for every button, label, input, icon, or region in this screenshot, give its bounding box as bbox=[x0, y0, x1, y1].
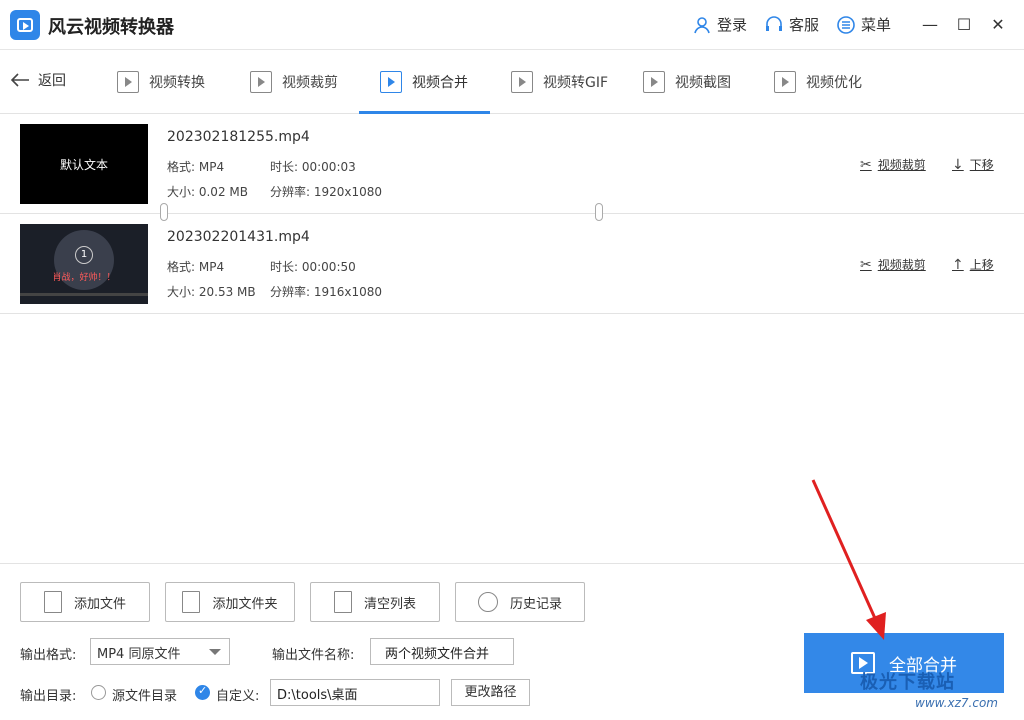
tab-label: 视频转换 bbox=[149, 74, 205, 91]
add-file-label: 添加文件 bbox=[73, 596, 126, 612]
file-resolution: 分辨率: 1916x1080 bbox=[270, 285, 383, 299]
tab-video-convert[interactable]: 视频转换 bbox=[117, 50, 205, 113]
clear-list-label: 清空列表 bbox=[363, 596, 416, 612]
minimize-button[interactable]: — bbox=[918, 12, 942, 36]
output-format-value: MP4 同原文件 bbox=[97, 647, 181, 662]
file-size: 大小: 20.53 MB bbox=[167, 285, 256, 299]
video-thumbnail: 1 肖战，好帅！！ bbox=[20, 224, 148, 304]
file-row[interactable]: 默认文本 202302181255.mp4 格式: MP4 时长: 00:00:… bbox=[0, 114, 1024, 214]
back-label: 返回 bbox=[38, 73, 66, 89]
file-format: 格式: MP4 bbox=[167, 260, 225, 274]
source-dir-label: 源文件目录 bbox=[112, 689, 178, 704]
app-title: 风云视频转换器 bbox=[48, 17, 174, 38]
gif-icon bbox=[511, 70, 533, 93]
crop-link[interactable]: ✂ 视频裁剪 bbox=[860, 256, 926, 273]
sliders-icon bbox=[774, 70, 796, 93]
close-icon: ✕ bbox=[991, 14, 1005, 34]
arrow-down-icon: ↓ bbox=[952, 156, 964, 173]
chevron-down-icon bbox=[209, 649, 221, 655]
move-up-link[interactable]: ↑ 上移 bbox=[952, 256, 994, 273]
output-name-input[interactable]: 两个视频文件合并 bbox=[370, 638, 514, 665]
history-label: 历史记录 bbox=[509, 596, 562, 612]
file-format: 格式: MP4 bbox=[167, 160, 225, 174]
file-resolution: 分辨率: 1920x1080 bbox=[270, 185, 383, 199]
service-label: 客服 bbox=[789, 16, 820, 34]
user-icon bbox=[694, 16, 710, 33]
tab-video-merge[interactable]: 视频合并 bbox=[380, 50, 468, 113]
headset-icon bbox=[766, 15, 782, 31]
move-up-label: 上移 bbox=[969, 258, 994, 272]
arrow-up-icon: ↑ bbox=[952, 256, 964, 273]
add-file-button[interactable]: 添加文件 bbox=[20, 582, 150, 622]
file-duration: 时长: 00:00:03 bbox=[270, 160, 356, 174]
clear-list-button[interactable]: 清空列表 bbox=[310, 582, 440, 622]
output-format-select[interactable]: MP4 同原文件 bbox=[90, 638, 230, 665]
menu-label: 菜单 bbox=[861, 16, 892, 34]
output-format-label: 输出格式: bbox=[20, 648, 77, 663]
file-name: 202302181255.mp4 bbox=[167, 129, 310, 145]
tab-label: 视频转GIF bbox=[543, 74, 609, 91]
bottom-panel: 添加文件 添加文件夹 清空列表 历史记录 输出格式: MP4 同原文件 输出文件… bbox=[0, 563, 1024, 720]
thumbnail-number: 1 bbox=[75, 246, 93, 264]
app-logo-icon bbox=[10, 10, 40, 40]
output-path-input[interactable]: D:\tools\桌面 bbox=[270, 679, 440, 706]
thumbnail-text: 默认文本 bbox=[59, 158, 108, 172]
login-label: 登录 bbox=[717, 16, 748, 34]
file-size: 大小: 0.02 MB bbox=[167, 185, 248, 199]
merge-link-icon bbox=[595, 203, 603, 221]
crop-link[interactable]: ✂ 视频裁剪 bbox=[860, 156, 926, 173]
crop-label: 视频裁剪 bbox=[877, 258, 926, 272]
trash-icon bbox=[333, 591, 352, 613]
source-dir-radio[interactable] bbox=[91, 685, 106, 700]
output-name-label: 输出文件名称: bbox=[272, 648, 355, 663]
add-file-icon bbox=[43, 591, 62, 613]
login-button[interactable]: 登录 bbox=[692, 14, 747, 35]
title-bar: 风云视频转换器 登录 客服 菜单 — ☐ ✕ bbox=[0, 0, 1024, 50]
maximize-icon: ☐ bbox=[956, 14, 972, 34]
move-down-label: 下移 bbox=[969, 158, 994, 172]
tab-label: 视频优化 bbox=[806, 74, 862, 91]
tab-video-to-gif[interactable]: 视频转GIF bbox=[511, 50, 608, 113]
video-merge-icon bbox=[380, 70, 402, 93]
thumbnail-text: 肖战，好帅！！ bbox=[52, 273, 116, 283]
output-dir-label: 输出目录: bbox=[20, 689, 77, 704]
close-button[interactable]: ✕ bbox=[986, 12, 1010, 36]
tab-label: 视频合并 bbox=[412, 74, 468, 91]
screenshot-icon bbox=[643, 70, 665, 93]
move-down-link[interactable]: ↓ 下移 bbox=[952, 156, 994, 173]
tab-label: 视频截图 bbox=[675, 74, 731, 91]
video-thumbnail: 默认文本 bbox=[20, 124, 148, 204]
file-name: 202302201431.mp4 bbox=[167, 229, 310, 245]
tab-video-crop[interactable]: 视频裁剪 bbox=[250, 50, 338, 113]
watermark-url: www.xz7.com bbox=[915, 696, 998, 710]
scissors-icon: ✂ bbox=[860, 156, 872, 173]
maximize-button[interactable]: ☐ bbox=[952, 12, 976, 36]
minimize-icon: — bbox=[922, 14, 938, 34]
customer-service-button[interactable]: 客服 bbox=[764, 14, 819, 35]
add-folder-icon bbox=[182, 591, 201, 613]
video-convert-icon bbox=[117, 70, 139, 93]
merge-link-icon bbox=[160, 203, 168, 221]
menu-button[interactable]: 菜单 bbox=[836, 14, 891, 35]
change-path-button[interactable]: 更改路径 bbox=[451, 679, 530, 706]
crop-label: 视频裁剪 bbox=[877, 158, 926, 172]
file-row[interactable]: 1 肖战，好帅！！ 202302201431.mp4 格式: MP4 时长: 0… bbox=[0, 214, 1024, 314]
back-button[interactable]: 返回 bbox=[10, 70, 66, 90]
tab-label: 视频裁剪 bbox=[282, 74, 338, 91]
scissors-icon: ✂ bbox=[860, 256, 872, 273]
custom-dir-label: 自定义: bbox=[216, 689, 260, 704]
clock-icon bbox=[477, 592, 498, 612]
feature-tab-bar: 返回 视频转换 视频裁剪 视频合并 视频转GIF 视频截图 视频优化 bbox=[0, 50, 1024, 114]
add-folder-label: 添加文件夹 bbox=[212, 596, 278, 612]
video-crop-icon bbox=[250, 70, 272, 93]
history-button[interactable]: 历史记录 bbox=[455, 582, 585, 622]
tab-video-optimize[interactable]: 视频优化 bbox=[774, 50, 862, 113]
menu-icon bbox=[837, 15, 855, 34]
add-folder-button[interactable]: 添加文件夹 bbox=[165, 582, 295, 622]
watermark-logo: 极光下载站 bbox=[860, 672, 955, 693]
custom-dir-radio[interactable] bbox=[195, 684, 210, 700]
tab-video-screenshot[interactable]: 视频截图 bbox=[643, 50, 731, 113]
arrow-left-icon bbox=[10, 73, 29, 87]
file-duration: 时长: 00:00:50 bbox=[270, 260, 356, 274]
